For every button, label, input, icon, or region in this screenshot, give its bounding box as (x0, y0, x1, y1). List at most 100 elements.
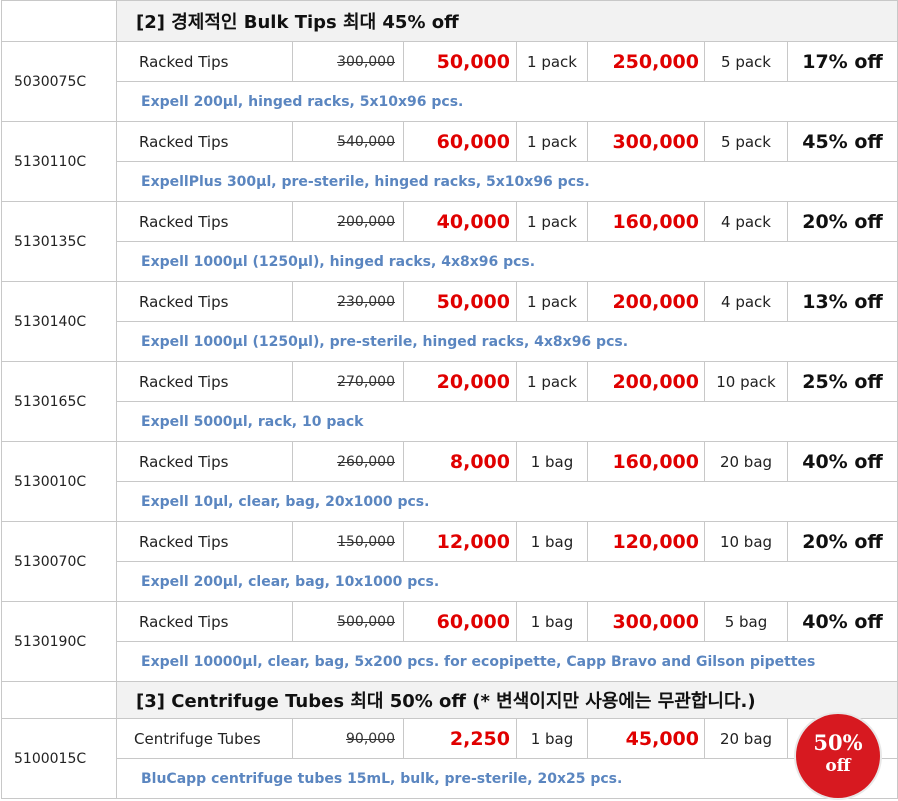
original-price: 200,000 (292, 201, 404, 242)
product-code: 5130010C (1, 441, 117, 522)
product-name: Racked Tips (116, 441, 293, 482)
bulk-unit: 5 pack (704, 121, 788, 162)
original-price: 230,000 (292, 281, 404, 322)
sale-unit: 1 pack (516, 41, 588, 82)
product-description-row: Expell 1000µl (1250µl), hinged racks, 4x… (2, 241, 898, 282)
bulk-price: 160,000 (587, 441, 705, 482)
product-name: Racked Tips (116, 601, 293, 642)
bulk-price: 250,000 (587, 41, 705, 82)
bulk-price: 200,000 (587, 281, 705, 322)
product-code: 5130140C (1, 281, 117, 362)
discount-label: 20% off (786, 201, 898, 242)
original-price-value: 260,000 (337, 453, 395, 470)
sale-price: 60,000 (403, 121, 517, 162)
product-name: Racked Tips (116, 201, 293, 242)
product-name: Racked Tips (116, 121, 293, 162)
product-code: 5130070C (1, 521, 117, 602)
sale-price: 60,000 (403, 601, 517, 642)
product-name: Racked Tips (116, 41, 293, 82)
product-code: 5030075C (1, 41, 117, 122)
product-code: 5130110C (1, 121, 117, 202)
product-description-row: Expell 5000µl, rack, 10 pack (2, 401, 898, 442)
original-price-value: 300,000 (337, 53, 395, 70)
price-table: [2] 경제적인 Bulk Tips 최대 45% off 5030075C R… (1, 0, 898, 799)
product-code: 5130135C (1, 201, 117, 282)
product-description: Expell 200µl, clear, bag, 10x1000 pcs. (115, 561, 898, 602)
original-price: 270,000 (292, 361, 404, 402)
section-header-spacer (1, 681, 117, 719)
product-row: 5130190C Racked Tips 500,000 60,000 1 ba… (1, 601, 898, 682)
product-description: Expell 200µl, hinged racks, 5x10x96 pcs. (115, 81, 898, 122)
badge-percent: 50% (813, 730, 863, 755)
original-price: 540,000 (292, 121, 404, 162)
bulk-price: 120,000 (587, 521, 705, 562)
product-name: Racked Tips (116, 361, 293, 402)
product-row: 5100015C Centrifuge Tubes 90,000 2,250 1… (1, 718, 898, 799)
product-description-row: ExpellPlus 300µl, pre-sterile, hinged ra… (2, 161, 898, 202)
original-price-value: 200,000 (337, 213, 395, 230)
sale-price: 20,000 (403, 361, 517, 402)
sale-price: 12,000 (403, 521, 517, 562)
sale-unit: 1 pack (516, 361, 588, 402)
original-price-value: 150,000 (337, 533, 395, 550)
sale-unit: 1 bag (516, 521, 588, 562)
original-price: 260,000 (292, 441, 404, 482)
sale-price: 50,000 (403, 281, 517, 322)
original-price-value: 540,000 (337, 133, 395, 150)
discount-badge: 50% off (796, 714, 880, 798)
sale-price: 50,000 (403, 41, 517, 82)
bulk-price: 300,000 (587, 121, 705, 162)
product-row: 5130140C Racked Tips 230,000 50,000 1 pa… (1, 281, 898, 362)
product-row: 5130010C Racked Tips 260,000 8,000 1 bag… (1, 441, 898, 522)
product-code: 5130165C (1, 361, 117, 442)
bulk-unit: 5 pack (704, 41, 788, 82)
original-price-value: 90,000 (346, 730, 395, 747)
bulk-price: 300,000 (587, 601, 705, 642)
product-description: Expell 1000µl (1250µl), pre-sterile, hin… (115, 321, 898, 362)
sale-price: 40,000 (403, 201, 517, 242)
product-description-row: Expell 200µl, hinged racks, 5x10x96 pcs. (2, 81, 898, 122)
product-row: 5030075C Racked Tips 300,000 50,000 1 pa… (1, 41, 898, 122)
product-description-row: Expell 10µl, clear, bag, 20x1000 pcs. (2, 481, 898, 522)
product-name: Racked Tips (116, 521, 293, 562)
sale-unit: 1 bag (516, 718, 588, 759)
discount-label: 25% off (786, 361, 898, 402)
bulk-price: 45,000 (587, 718, 705, 759)
sale-unit: 1 pack (516, 121, 588, 162)
discount-label: 40% off (786, 441, 898, 482)
sale-unit: 1 bag (516, 441, 588, 482)
original-price: 90,000 (292, 718, 404, 759)
section-header-row: [2] 경제적인 Bulk Tips 최대 45% off (1, 0, 898, 42)
product-description: Expell 10000µl, clear, bag, 5x200 pcs. f… (115, 641, 898, 682)
section-title: [2] 경제적인 Bulk Tips 최대 45% off (115, 0, 898, 42)
product-row: 5130135C Racked Tips 200,000 40,000 1 pa… (1, 201, 898, 282)
section-title: [3] Centrifuge Tubes 최대 50% off (* 변색이지만… (115, 681, 898, 719)
section-header-spacer (1, 0, 117, 42)
product-description-row: Expell 200µl, clear, bag, 10x1000 pcs. (2, 561, 898, 602)
bulk-price: 160,000 (587, 201, 705, 242)
product-code: 5100015C (1, 718, 117, 799)
product-description: Expell 10µl, clear, bag, 20x1000 pcs. (115, 481, 898, 522)
bulk-unit: 4 pack (704, 281, 788, 322)
original-price: 300,000 (292, 41, 404, 82)
bulk-unit: 10 pack (704, 361, 788, 402)
badge-off: off (825, 756, 851, 776)
original-price: 150,000 (292, 521, 404, 562)
product-description-row: BluCapp centrifuge tubes 15mL, bulk, pre… (2, 758, 898, 799)
sale-price: 2,250 (403, 718, 517, 759)
original-price-value: 270,000 (337, 373, 395, 390)
bulk-unit: 20 bag (704, 441, 788, 482)
bulk-unit: 4 pack (704, 201, 788, 242)
bulk-price: 200,000 (587, 361, 705, 402)
product-description-row: Expell 10000µl, clear, bag, 5x200 pcs. f… (2, 641, 898, 682)
product-row: 5130110C Racked Tips 540,000 60,000 1 pa… (1, 121, 898, 202)
bulk-unit: 10 bag (704, 521, 788, 562)
product-row: 5130165C Racked Tips 270,000 20,000 1 pa… (1, 361, 898, 442)
original-price-value: 230,000 (337, 293, 395, 310)
discount-label: 40% off (786, 601, 898, 642)
product-description: Expell 5000µl, rack, 10 pack (115, 401, 898, 442)
product-name: Racked Tips (116, 281, 293, 322)
discount-label: 17% off (786, 41, 898, 82)
product-row: 5130070C Racked Tips 150,000 12,000 1 ba… (1, 521, 898, 602)
product-description: ExpellPlus 300µl, pre-sterile, hinged ra… (115, 161, 898, 202)
